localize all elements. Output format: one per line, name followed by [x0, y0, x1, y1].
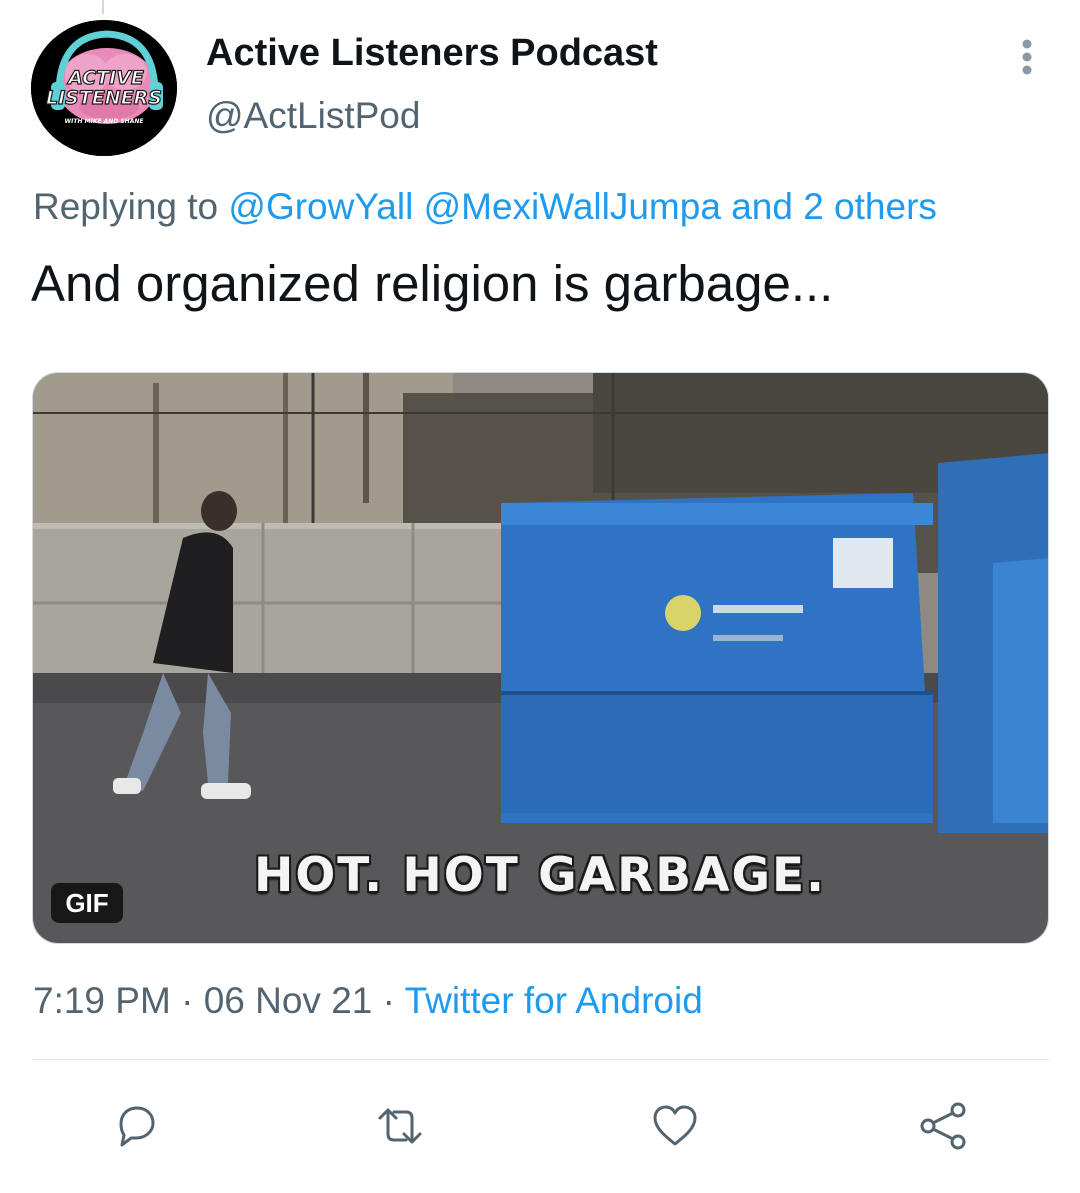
- mention-link-growyall[interactable]: @GrowYall: [228, 186, 413, 227]
- meta-separator: ·: [382, 980, 395, 1021]
- active-listeners-logo: ACTIVE LISTENERS WITH MIKE AND SHANE: [31, 20, 177, 156]
- reply-icon[interactable]: [109, 1098, 165, 1154]
- tweet-time[interactable]: 7:19 PM: [33, 980, 171, 1021]
- tweet-text: And organized religion is garbage...: [31, 255, 834, 312]
- retweet-icon[interactable]: [372, 1098, 428, 1154]
- more-vertical-icon[interactable]: [1012, 38, 1042, 78]
- gif-caption: HOT. HOT GARBAGE.: [253, 848, 827, 903]
- author-display-name[interactable]: Active Listeners Podcast: [206, 32, 658, 75]
- thread-connector-line: [102, 0, 104, 14]
- replying-to-label: Replying to: [33, 186, 219, 227]
- like-icon[interactable]: [647, 1098, 703, 1154]
- replying-to-line: Replying to @GrowYall @MexiWallJumpa and…: [33, 186, 937, 228]
- tweet-metadata: 7:19 PM · 06 Nov 21 · Twitter for Androi…: [33, 980, 703, 1022]
- action-bar-divider: [32, 1059, 1049, 1060]
- meta-separator: ·: [181, 980, 194, 1021]
- tweet-date[interactable]: 06 Nov 21: [204, 980, 373, 1021]
- gif-badge: GIF: [51, 883, 123, 923]
- svg-text:LISTENERS: LISTENERS: [46, 87, 162, 109]
- mention-link-others[interactable]: and 2 others: [731, 186, 937, 227]
- svg-text:WITH MIKE AND SHANE: WITH MIKE AND SHANE: [65, 118, 145, 125]
- share-icon[interactable]: [916, 1098, 972, 1154]
- mention-link-mexiwalljumpa[interactable]: @MexiWallJumpa: [424, 186, 721, 227]
- tweet-source-link[interactable]: Twitter for Android: [405, 980, 703, 1021]
- svg-text:ACTIVE: ACTIVE: [66, 67, 144, 89]
- author-avatar[interactable]: ACTIVE LISTENERS WITH MIKE AND SHANE: [31, 20, 177, 156]
- author-handle[interactable]: @ActListPod: [206, 95, 420, 137]
